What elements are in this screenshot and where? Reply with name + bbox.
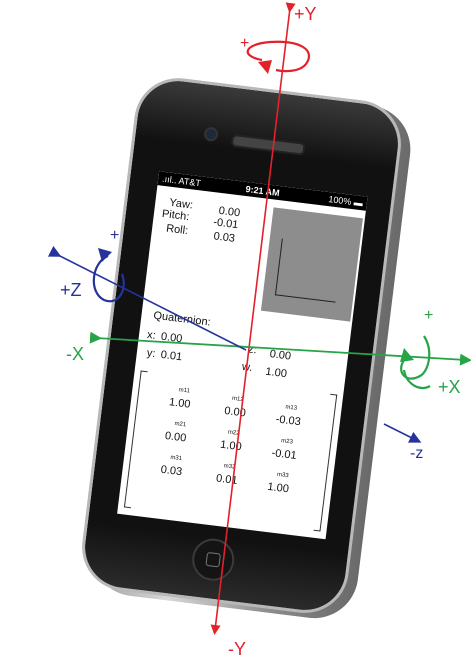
y-rotation-arrow-icon (246, 40, 311, 73)
x-rotation-plus-label: + (424, 307, 433, 324)
y-axis-line (210, 2, 296, 635)
z-axis-line (47, 245, 247, 351)
minus-x-label: -X (66, 344, 84, 364)
z-axis-back-segment (383, 423, 422, 443)
minus-y-label: -Y (228, 639, 246, 659)
x-rotation-lower-arc-icon (402, 369, 431, 390)
axes-overlay: +Y -Y + -X +X + +Z -z + (47, 2, 471, 659)
z-rotation-arrow-icon (92, 254, 125, 303)
y-rotation-arrowhead-icon (258, 60, 272, 74)
x-rotation-arrowhead-icon (400, 348, 414, 362)
plus-y-label: +Y (294, 4, 317, 24)
plus-x-label: +X (438, 377, 461, 397)
y-rotation-plus-label: + (240, 35, 249, 52)
z-rotation-arrowhead-icon (98, 248, 112, 262)
plus-z-label: +Z (60, 280, 82, 300)
minus-z-label: -z (410, 445, 423, 462)
device-axes-diagram: .ııl.. AT&T 9:21 AM 100% ▬ Yaw: 0.00 Pit… (0, 0, 471, 661)
z-rotation-plus-label: + (110, 227, 119, 244)
